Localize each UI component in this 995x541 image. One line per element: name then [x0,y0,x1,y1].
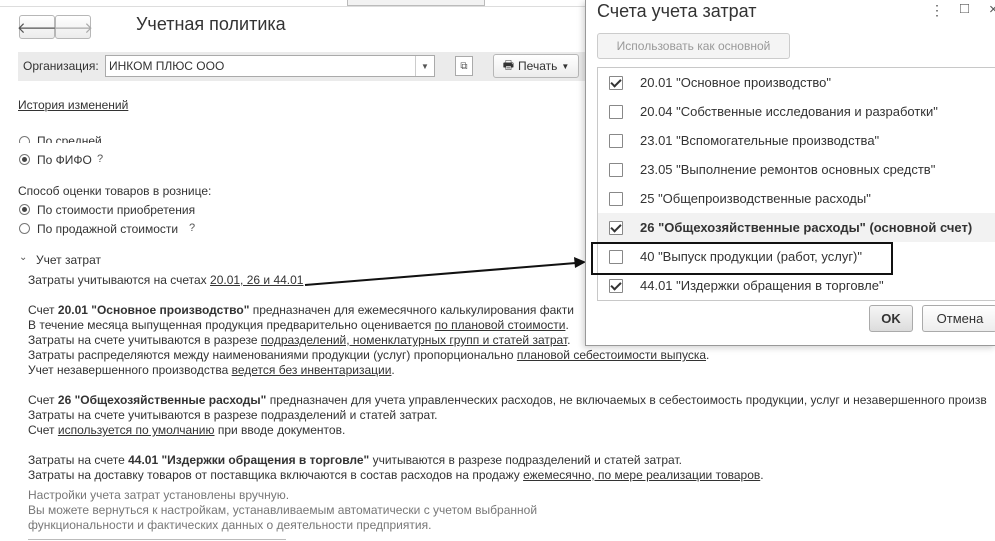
cost-accounts-dialog: Счета учета затрат ⋮ □ × Использовать ка… [585,0,995,346]
checkbox[interactable] [609,221,623,235]
list-item[interactable]: 20.01 "Основное производство" [598,68,995,97]
checkbox[interactable] [609,105,623,119]
list-item[interactable]: 23.05 "Выполнение ремонтов основных сред… [598,155,995,184]
list-item[interactable]: 23.01 "Вспомогательные производства" [598,126,995,155]
dialog-title: Счета учета затрат [597,1,757,21]
close-icon[interactable]: × [989,1,995,18]
checkbox[interactable] [609,76,623,90]
ok-button[interactable]: OK [869,305,913,332]
list-item[interactable]: 25 "Общепроизводственные расходы" [598,184,995,213]
highlight-frame [591,242,893,275]
checkbox[interactable] [609,192,623,206]
use-as-main-button[interactable]: Использовать как основной [597,33,790,59]
checkbox[interactable] [609,134,623,148]
list-item[interactable]: 20.04 "Собственные исследования и разраб… [598,97,995,126]
list-item-selected[interactable]: 26 "Общехозяйственные расходы" (основной… [598,213,995,242]
list-item[interactable]: 44.01 "Издержки обращения в торговле" [598,271,995,300]
checkbox[interactable] [609,279,623,293]
more-icon[interactable]: ⋮ [930,2,944,19]
cancel-button[interactable]: Отмена [922,305,995,332]
checkbox[interactable] [609,163,623,177]
maximize-icon[interactable]: □ [960,0,969,17]
